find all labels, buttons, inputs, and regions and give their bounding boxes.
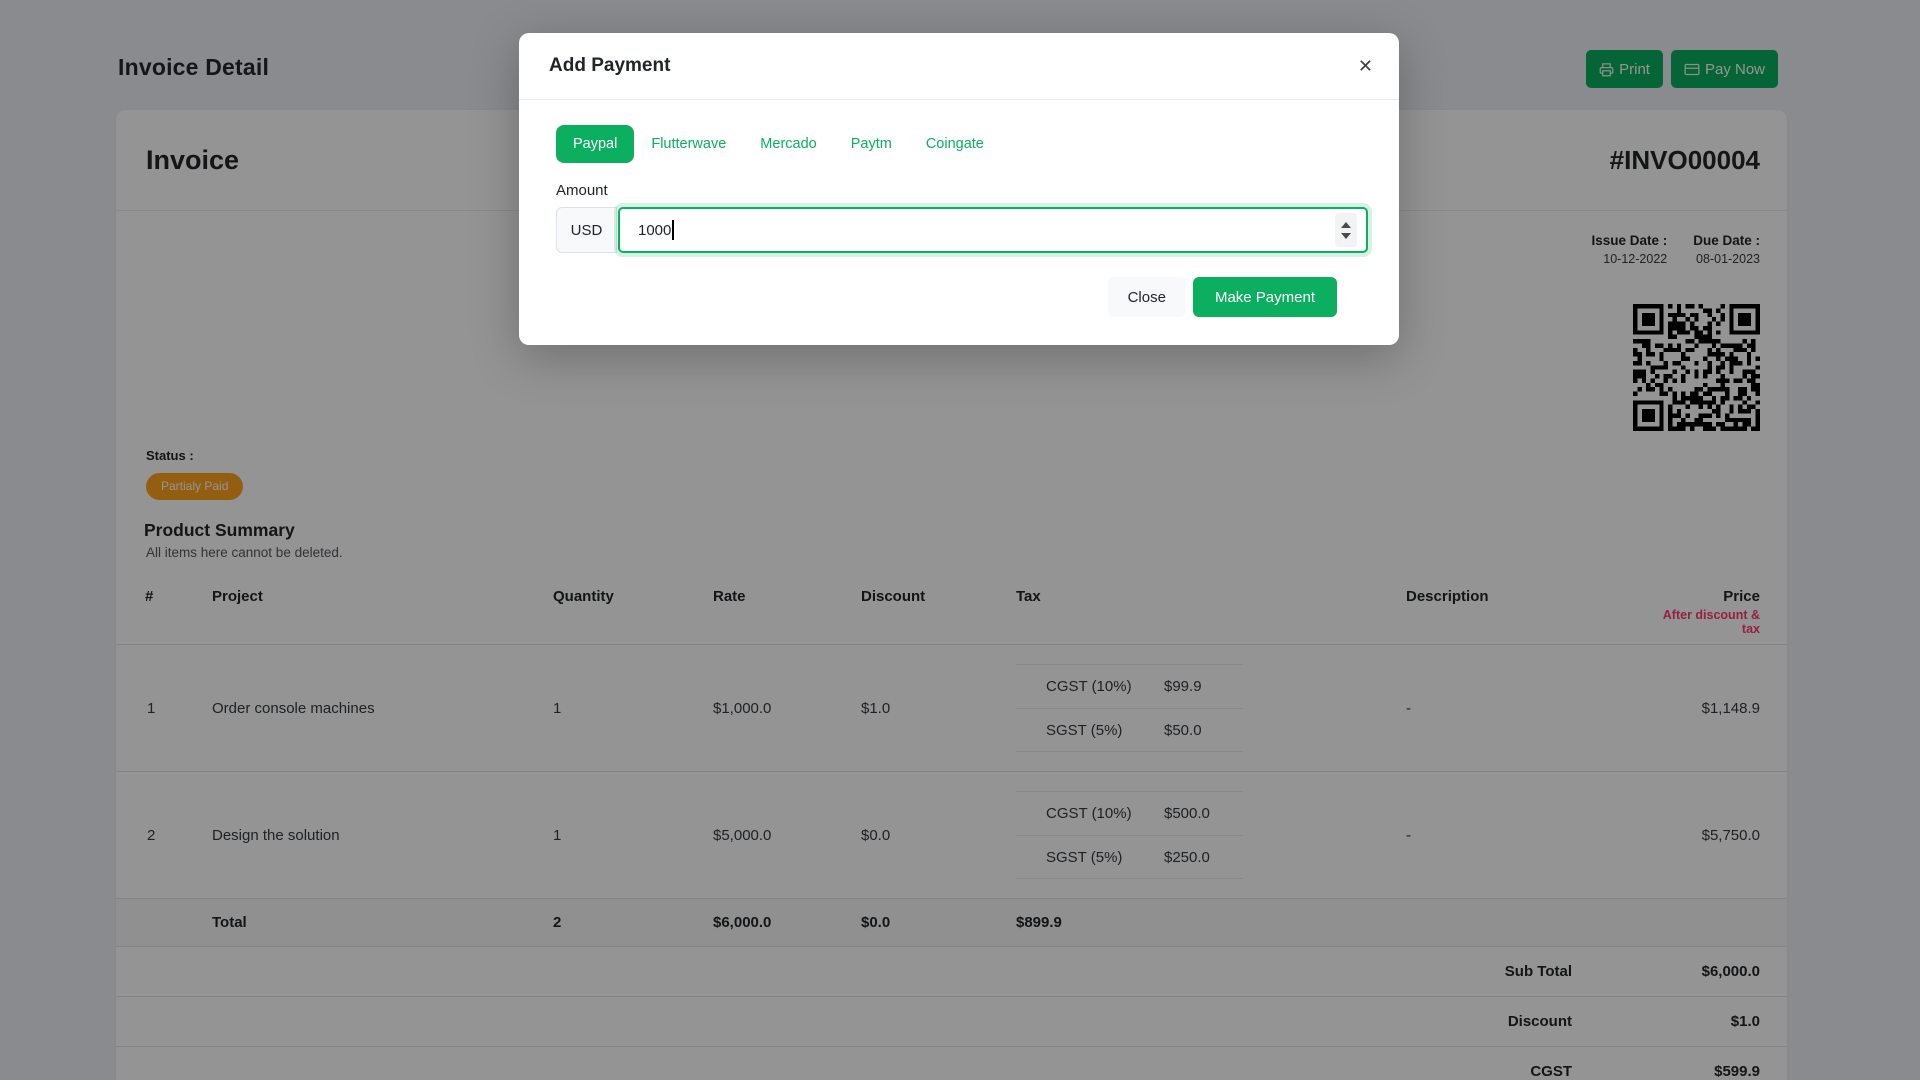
payment-method-tabs: Paypal Flutterwave Mercado Paytm Coingat… <box>556 125 1368 163</box>
amount-input-group: USD 1000 <box>556 207 1368 253</box>
close-icon[interactable]: ✕ <box>1358 57 1373 75</box>
tab-paytm[interactable]: Paytm <box>834 125 909 163</box>
tab-paypal[interactable]: Paypal <box>556 125 634 163</box>
close-button[interactable]: Close <box>1108 277 1186 317</box>
text-caret <box>672 220 674 240</box>
modal-header: Add Payment ✕ <box>519 33 1399 100</box>
modal-body: Paypal Flutterwave Mercado Paytm Coingat… <box>519 100 1399 345</box>
amount-label: Amount <box>556 182 1368 199</box>
add-payment-modal: Add Payment ✕ Paypal Flutterwave Mercado… <box>519 33 1399 345</box>
amount-input-value: 1000 <box>638 222 671 239</box>
tab-coingate[interactable]: Coingate <box>909 125 1001 163</box>
modal-footer: Close Make Payment <box>556 253 1368 345</box>
currency-prefix: USD <box>556 207 617 253</box>
spinner-up-icon[interactable] <box>1341 222 1351 228</box>
spinner-down-icon[interactable] <box>1341 233 1351 239</box>
modal-title: Add Payment <box>549 55 670 77</box>
number-spinner-icon[interactable] <box>1335 213 1357 247</box>
tab-flutterwave[interactable]: Flutterwave <box>634 125 743 163</box>
amount-input[interactable]: 1000 <box>618 207 1368 253</box>
tab-mercado[interactable]: Mercado <box>743 125 833 163</box>
make-payment-button[interactable]: Make Payment <box>1193 277 1337 317</box>
invoice-detail-page: Invoice Detail Print Pay Now Invoice #IN… <box>0 0 1920 1080</box>
